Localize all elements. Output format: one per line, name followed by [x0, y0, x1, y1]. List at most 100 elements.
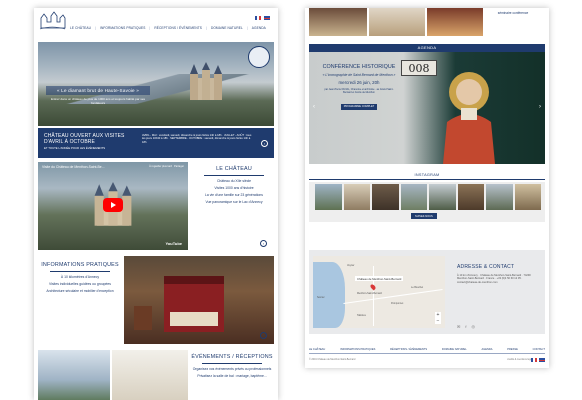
agenda-event-subtitle: « L'iconographie de Saint Bernard de Men…: [322, 73, 396, 77]
footer-nav-item[interactable]: Presse: [507, 348, 518, 351]
nav-item-receptions[interactable]: Réceptions / Événements: [154, 26, 202, 30]
agenda-event-date: mercredi 26 juin, 20h: [338, 80, 380, 85]
footer-language-switcher: [531, 358, 545, 362]
map-pin-icon[interactable]: [369, 283, 377, 291]
coat-of-arms-seal: [248, 46, 270, 68]
castle-bedroom-image: [124, 256, 274, 344]
nav-item-infos[interactable]: Informations pratiques: [100, 26, 145, 30]
band-hours: AVRIL - MAI : vendredi, samedi, dimanche…: [142, 134, 252, 144]
infos-panel: Informations pratiques À 10 kilomètres d…: [38, 256, 122, 293]
youtube-logo[interactable]: YouTube: [165, 241, 182, 246]
instagram-thumbnail[interactable]: [400, 184, 427, 210]
map-town-label: Pomponnet: [391, 302, 404, 305]
nav-separator: |: [246, 26, 248, 30]
footer-nav-item[interactable]: Réceptions / Événements: [390, 348, 427, 351]
footer-nav-item[interactable]: Domaine Naturel: [442, 348, 467, 351]
facebook-icon[interactable]: f: [465, 324, 466, 329]
band-subtitle: et toute l'année pour les événements: [44, 146, 106, 150]
event-photo: [309, 8, 367, 36]
events-panel: Événements / Réceptions Organisez vos év…: [190, 350, 274, 378]
opening-hours-band: Château ouvert aux visites d'avril à oct…: [38, 128, 274, 158]
french-flag-icon[interactable]: [531, 358, 537, 362]
instagram-thumbnail[interactable]: [514, 184, 541, 210]
wedding-table-image: [38, 350, 110, 400]
left-webpage-mockup: Le Château | Informations pratiques | Ré…: [34, 8, 278, 400]
canopy-bed: [164, 276, 224, 332]
infos-arrow-icon[interactable]: ›: [260, 332, 267, 339]
nav-item-domaine[interactable]: Domaine Naturel: [211, 26, 243, 30]
slider-prev-icon[interactable]: ‹: [313, 104, 315, 110]
instagram-thumbnail[interactable]: [457, 184, 484, 210]
hero-title: « Le diamant brut de Haute-Savoie »: [46, 86, 150, 95]
footer-nav-item[interactable]: Contact: [533, 348, 545, 351]
french-flag-icon[interactable]: [255, 16, 261, 20]
social-links: ✉ f ◎: [457, 324, 475, 329]
practical-info-section: Informations pratiques À 10 kilomètres d…: [38, 256, 274, 344]
chateau-line: Visites 1000 ans d'histoire: [214, 185, 254, 190]
agenda-slider: Conférence historique « L'iconographie d…: [309, 52, 545, 164]
agenda-event-details: par Jean-Pierre DUVAL, Chanoine et archi…: [324, 88, 394, 94]
saint-painting-image: [443, 72, 495, 164]
reception-image: [112, 350, 188, 400]
nav-separator: |: [149, 26, 151, 30]
email-icon[interactable]: ✉: [457, 324, 460, 329]
footer-nav-item[interactable]: Informations pratiques: [340, 348, 375, 351]
chair: [134, 306, 152, 330]
castle-logo-icon[interactable]: [38, 10, 66, 32]
nav-item-chateau[interactable]: Le Château: [70, 26, 91, 30]
events-line: Organisez vos événements privés ou profe…: [192, 366, 272, 371]
english-flag-icon[interactable]: [264, 16, 270, 20]
site-header: Le Château | Informations pratiques | Ré…: [34, 8, 278, 42]
watch-later-link[interactable]: À regarder plus tard: [149, 165, 172, 168]
footer-nav-item[interactable]: Le Château: [309, 348, 325, 351]
infos-title: Informations pratiques: [41, 262, 119, 268]
slider-next-icon[interactable]: ›: [539, 104, 541, 110]
map-road: [373, 266, 374, 326]
instagram-grid: [315, 184, 541, 210]
divider: [202, 363, 262, 364]
nav-separator: |: [206, 26, 207, 30]
video-title: Visite du Château de Menthon-Saint-Be...: [42, 165, 105, 169]
map-town-label: Veyrier: [347, 264, 355, 267]
instagram-thumbnail[interactable]: [343, 184, 370, 210]
instagram-thumbnail[interactable]: [429, 184, 456, 210]
events-title: Événements / Réceptions: [191, 354, 273, 360]
infos-line: Visites individuelles guidées ou groupée…: [49, 281, 111, 286]
event-photo: [427, 8, 483, 36]
english-flag-icon[interactable]: [539, 358, 545, 362]
infos-line: Architecture séculaire et mobilier d'exc…: [46, 289, 114, 293]
footer-nav: Le Château Informations pratiques Récept…: [309, 348, 545, 351]
agenda-heading: Agenda: [309, 44, 545, 52]
infos-line: À 10 kilomètres d'Annecy: [60, 274, 100, 279]
follow-us-button[interactable]: Suivez-nous: [411, 213, 437, 219]
instagram-heading: Instagram: [414, 173, 440, 177]
nav-item-agenda[interactable]: Agenda: [252, 26, 266, 30]
chateau-line: La vie d'une famille sur 23 générations: [205, 193, 263, 197]
events-section: Événements / Réceptions Organisez vos év…: [38, 350, 274, 400]
chateau-arrow-icon[interactable]: ›: [260, 240, 267, 247]
play-button-icon[interactable]: [103, 198, 123, 212]
instagram-thumbnail[interactable]: [315, 184, 342, 210]
map-pin-label: Château de Menthon-Saint-Bernard: [355, 276, 404, 281]
address-text: À 10 km d'Annecy · Château de Menthon-Sa…: [457, 274, 531, 284]
location-section: Château de Menthon-Saint-Bernard Veyrier…: [309, 250, 545, 334]
main-nav: Le Château | Informations pratiques | Ré…: [70, 26, 266, 30]
chateau-panel: Le Château Château du XIIe siècle Visite…: [194, 166, 274, 204]
language-switcher: [255, 16, 270, 20]
instagram-thumbnail[interactable]: [486, 184, 513, 210]
share-link[interactable]: Partager: [174, 165, 184, 168]
map-zoom-control[interactable]: + −: [435, 312, 441, 324]
agenda-event-title: Conférence historique: [322, 64, 396, 70]
band-arrow-icon[interactable]: ›: [261, 140, 268, 147]
instagram-thumbnail[interactable]: [372, 184, 399, 210]
seminar-label: séminaire conférence: [497, 11, 529, 15]
band-title: Château ouvert aux visites d'avril à oct…: [44, 133, 125, 145]
chateau-line: Vue panoramique sur le Lac d'Annecy: [205, 200, 263, 205]
instagram-icon[interactable]: ◎: [471, 324, 475, 329]
google-map[interactable]: Château de Menthon-Saint-Bernard Veyrier…: [313, 256, 445, 328]
map-town-label: Sévrier: [317, 296, 325, 299]
program-button[interactable]: Programme complet: [340, 103, 378, 110]
youtube-video-embed[interactable]: Visite du Château de Menthon-Saint-Be...…: [38, 162, 188, 250]
map-town-label: Talloires: [357, 314, 366, 317]
footer-nav-item[interactable]: Agenda: [481, 348, 492, 351]
